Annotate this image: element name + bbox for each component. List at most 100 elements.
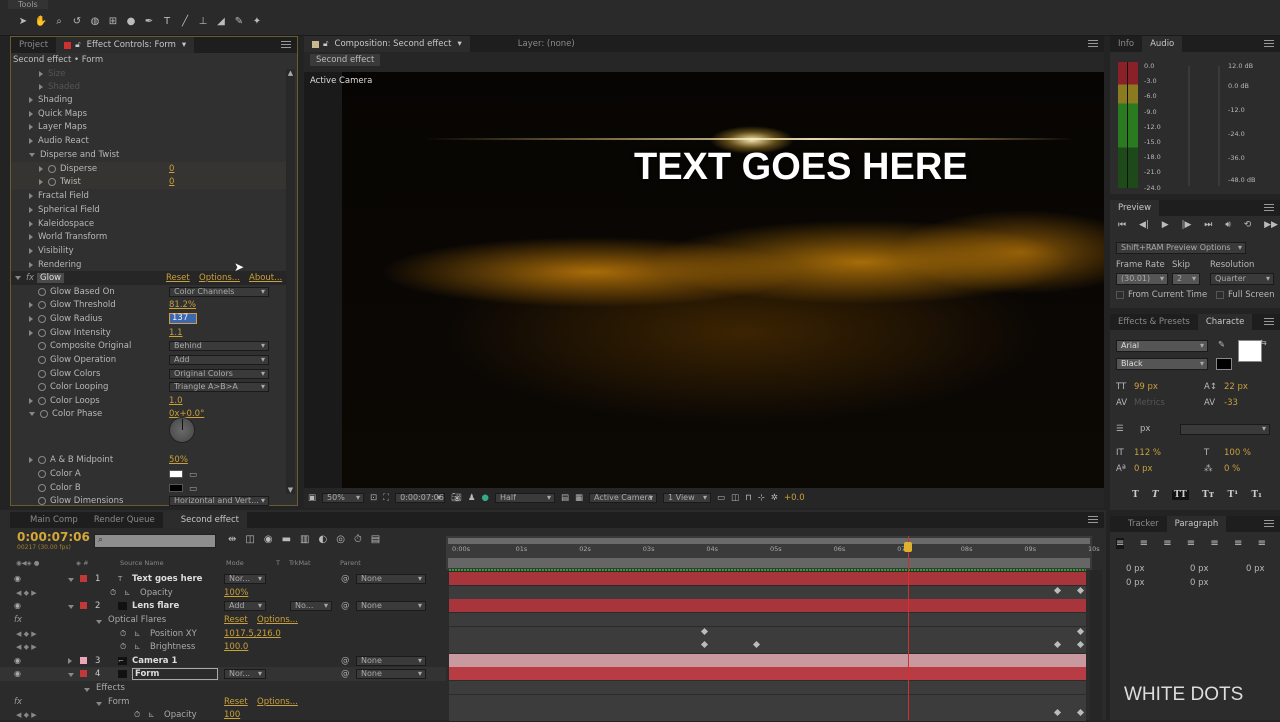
timeline-scrollbar[interactable]: [1090, 570, 1102, 720]
effect-group-spherical-field[interactable]: Spherical Field: [11, 203, 286, 217]
reset-link[interactable]: Reset: [224, 697, 248, 707]
eye-icon[interactable]: ◉: [14, 601, 21, 610]
stopwatch-icon[interactable]: [38, 341, 46, 350]
pickwhip-icon[interactable]: @: [341, 574, 350, 584]
expand-open-icon[interactable]: [29, 152, 35, 157]
time-navigator[interactable]: [448, 558, 1090, 568]
layer-name[interactable]: Text goes here: [132, 574, 202, 584]
effect-row[interactable]: fx Form Reset Options...: [0, 695, 446, 709]
expand-icon[interactable]: [29, 261, 33, 268]
stroke-width-unit[interactable]: px: [1140, 424, 1150, 434]
effect-group-kaleidospace[interactable]: Kaleidospace: [11, 217, 286, 231]
current-time-field[interactable]: 0:00:07:06: [395, 493, 446, 503]
mask-tool-icon[interactable]: ●: [124, 14, 138, 28]
motion-blur-icon[interactable]: ▥: [300, 534, 309, 545]
ram-preview-options-dropdown[interactable]: Shift+RAM Preview Options: [1116, 242, 1246, 254]
layer-name[interactable]: Form: [132, 667, 218, 680]
align-right-button[interactable]: ≡: [1163, 538, 1171, 549]
snapshot-icon[interactable]: 📷︎: [451, 493, 462, 503]
camera-tool-icon[interactable]: ◍: [88, 14, 102, 28]
fast-previews-icon[interactable]: ▤: [561, 493, 569, 503]
expand-icon[interactable]: [29, 110, 33, 117]
composition-mini-flowchart-icon[interactable]: ⇹: [228, 534, 236, 545]
panel-menu-icon[interactable]: [1264, 520, 1274, 527]
brainstorm-icon[interactable]: ◐: [318, 534, 327, 545]
trkmat-header[interactable]: TrkMat: [289, 559, 311, 567]
effect-group-disperse-and-twist[interactable]: Disperse and Twist: [11, 148, 286, 162]
effect-group-layer-maps[interactable]: Layer Maps: [11, 120, 286, 134]
faux-bold-button[interactable]: T: [1132, 490, 1139, 500]
layer-duration-bar[interactable]: [449, 654, 1086, 667]
keyframe-navigator-icon[interactable]: ◀ ◆ ▶: [16, 711, 37, 719]
rotate-tool-icon[interactable]: ↺: [70, 14, 84, 28]
selection-tool-icon[interactable]: ➤: [16, 14, 30, 28]
property-value[interactable]: 1017.5,216.0: [224, 629, 281, 639]
fx-icon[interactable]: fx: [14, 697, 22, 707]
stopwatch-icon[interactable]: [48, 177, 56, 186]
indent-first-value[interactable]: 0 px: [1190, 564, 1209, 574]
property-row[interactable]: ◀ ◆ ▶ ⏱ ⊾ Opacity 100%: [0, 586, 446, 600]
pickwhip-icon[interactable]: @: [341, 669, 350, 679]
glow-based-on-dropdown[interactable]: Color Channels: [169, 287, 269, 297]
stopwatch-icon[interactable]: [38, 314, 46, 323]
indent-left-value[interactable]: 0 px: [1126, 564, 1145, 574]
tab-render-queue[interactable]: Render Queue: [86, 512, 163, 528]
stopwatch-icon[interactable]: [38, 469, 46, 478]
color-looping-dropdown[interactable]: Triangle A>B>A: [169, 382, 269, 392]
stopwatch-icon[interactable]: ⏱: [120, 629, 126, 639]
stopwatch-icon[interactable]: [38, 496, 46, 505]
reset-link[interactable]: Reset: [166, 273, 190, 283]
stroke-swatch[interactable]: [1216, 358, 1232, 370]
expand-icon[interactable]: [29, 96, 33, 103]
keyframe-navigator-icon[interactable]: ◀ ◆ ▶: [16, 589, 37, 597]
last-frame-icon[interactable]: ⏭: [1204, 220, 1212, 230]
glow-operation-dropdown[interactable]: Add: [169, 355, 269, 365]
property-row[interactable]: ◀ ◆ ▶ ⏱ ⊾ Brightness 100.0: [0, 640, 446, 654]
expand-icon[interactable]: [29, 220, 33, 227]
tab-audio[interactable]: Audio: [1142, 36, 1183, 52]
expand-icon[interactable]: [29, 456, 33, 463]
expand-icon[interactable]: [29, 233, 33, 240]
expand-icon[interactable]: [29, 397, 33, 404]
zoom-tool-icon[interactable]: ⌕: [52, 14, 66, 28]
tracking-value[interactable]: -33: [1224, 398, 1238, 408]
expand-icon[interactable]: [29, 206, 33, 213]
playhead-handle[interactable]: [903, 542, 912, 552]
timeline-timecode[interactable]: 0:00:07:06: [17, 530, 90, 544]
glow-colors-dropdown[interactable]: Original Colors: [169, 369, 269, 379]
stopwatch-icon[interactable]: [38, 355, 46, 364]
graph-view-icon[interactable]: ▤: [371, 534, 380, 545]
work-area-bar[interactable]: [448, 538, 1090, 544]
layer-row[interactable]: ◉ 3 ⌐ Camera 1 @ None: [0, 654, 446, 668]
glow-dimensions-dropdown[interactable]: Horizontal and Vert...: [169, 496, 269, 506]
type-tool-icon[interactable]: T: [160, 14, 174, 28]
ram-preview-icon[interactable]: ▶▶: [1264, 220, 1278, 230]
stroke-style-dropdown[interactable]: [1180, 424, 1270, 435]
current-time-indicator[interactable]: [907, 536, 909, 720]
tab-paragraph[interactable]: Paragraph: [1166, 516, 1227, 532]
glow-threshold-value[interactable]: 81.2%: [169, 300, 196, 310]
expand-icon[interactable]: [29, 137, 33, 144]
about-link[interactable]: About...: [249, 273, 282, 283]
layer-row[interactable]: ◉ 2 Lens flare Add No... @ None: [0, 599, 446, 613]
stopwatch-icon[interactable]: [38, 455, 46, 464]
label-color-icon[interactable]: [80, 575, 87, 582]
expand-icon[interactable]: [29, 329, 33, 336]
color-swatch[interactable]: [169, 484, 183, 492]
eye-icon[interactable]: ◉: [14, 656, 21, 665]
faux-italic-button[interactable]: T: [1152, 490, 1159, 500]
all-caps-button[interactable]: TT: [1171, 490, 1189, 500]
expand-icon[interactable]: [29, 411, 35, 416]
panel-menu-icon[interactable]: [1088, 516, 1098, 523]
parent-dropdown[interactable]: None: [356, 656, 426, 666]
tab-effect-controls[interactable]: 🔓︎ Effect Controls: Form ▾: [56, 37, 195, 53]
stopwatch-icon[interactable]: ⏱: [120, 642, 126, 652]
puppet-tool-icon[interactable]: ✦: [250, 14, 264, 28]
pickwhip-icon[interactable]: @: [341, 601, 350, 611]
a-b-midpoint-value[interactable]: 50%: [169, 455, 188, 465]
graph-editor-icon[interactable]: ⏱: [354, 534, 362, 545]
keyframe-navigator-icon[interactable]: ◀ ◆ ▶: [16, 630, 37, 638]
parent-dropdown[interactable]: None: [356, 574, 426, 584]
stopwatch-icon[interactable]: [38, 369, 46, 378]
resolution-dropdown[interactable]: Quarter: [1210, 273, 1274, 285]
